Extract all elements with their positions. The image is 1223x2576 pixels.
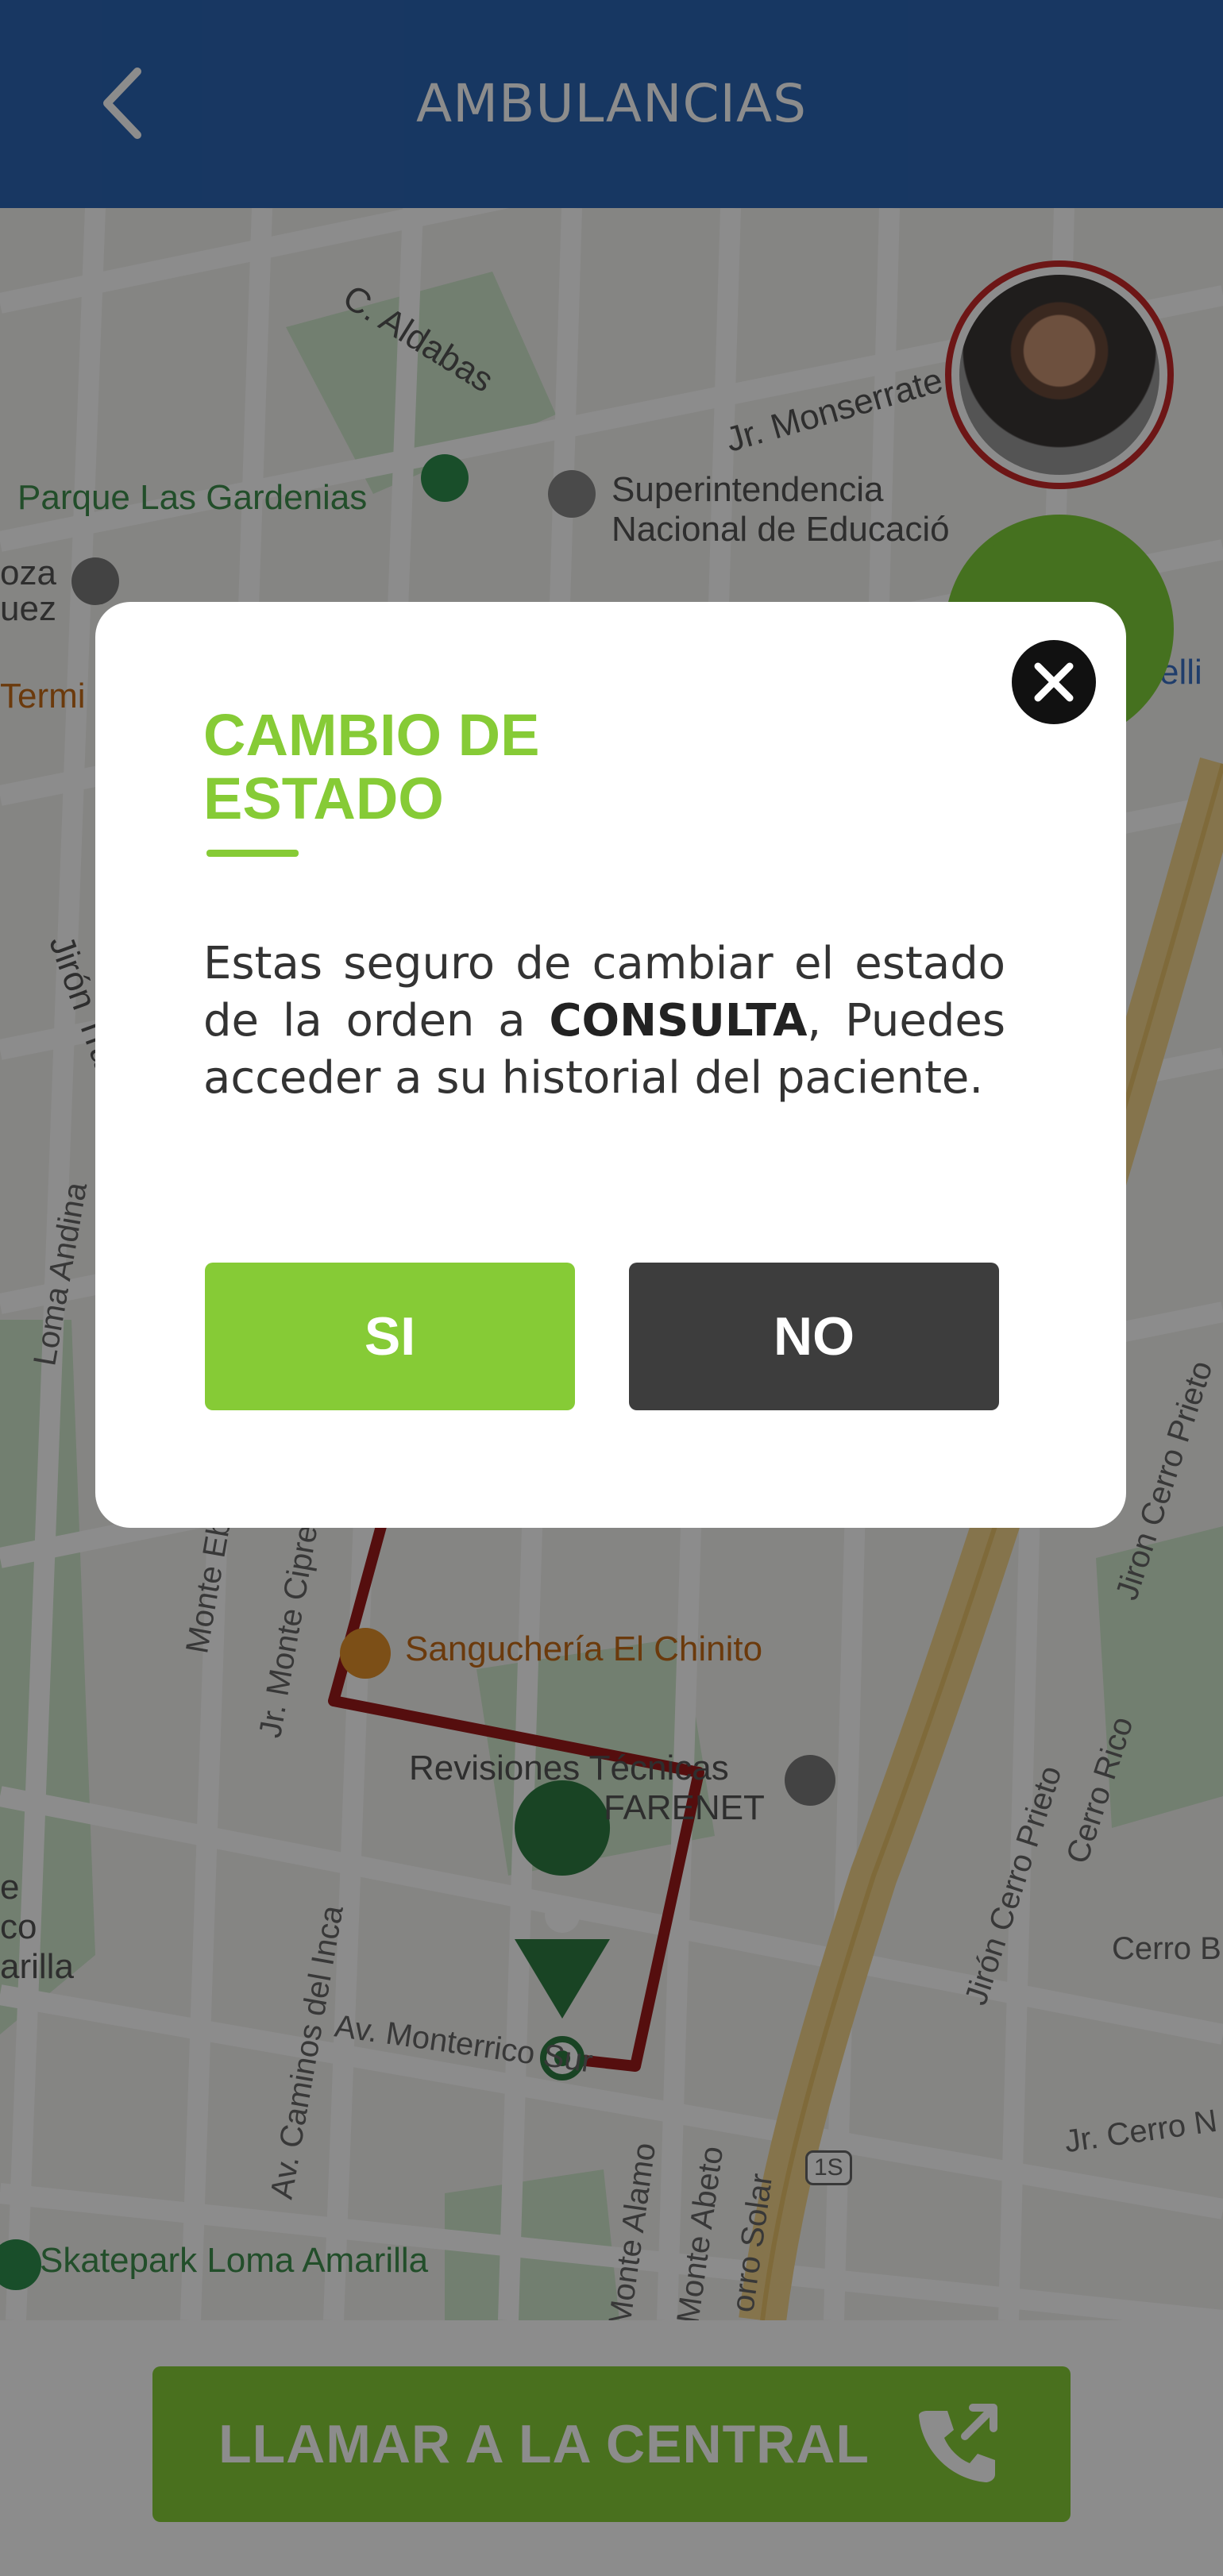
no-button[interactable]: NO xyxy=(629,1263,999,1410)
title-underline xyxy=(206,850,299,857)
dialog-message-status: CONSULTA xyxy=(549,995,808,1047)
yes-button[interactable]: SI xyxy=(205,1263,575,1410)
status-change-dialog: CAMBIO DE ESTADO Estas seguro de cambiar… xyxy=(95,602,1126,1528)
close-button[interactable] xyxy=(1012,640,1096,724)
dialog-message: Estas seguro de cambiar el estado de la … xyxy=(203,935,1005,1107)
close-icon xyxy=(1034,662,1074,702)
dialog-title: CAMBIO DE ESTADO xyxy=(203,702,540,831)
